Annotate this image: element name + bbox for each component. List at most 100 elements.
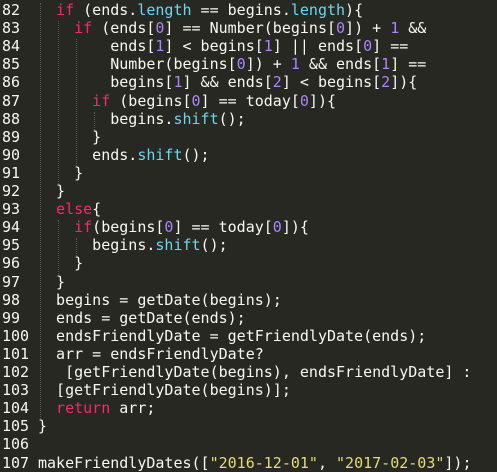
- code-token: ] == today[: [200, 91, 300, 110]
- code-token: 2: [381, 73, 391, 92]
- code-token: (ends.: [74, 1, 138, 19]
- code-text: arr = endsFriendlyDate?: [56, 345, 264, 363]
- code-token: Number(begins[: [110, 55, 237, 74]
- line-number: 86: [2, 73, 21, 92]
- code-text: begins.shift();: [92, 236, 227, 254]
- code-text: ends.shift();: [92, 146, 209, 164]
- code-token: 1: [263, 37, 273, 56]
- code-token: 1: [390, 19, 400, 38]
- line-number: 99: [2, 308, 21, 327]
- code-token: ends = getDate(ends);: [56, 308, 246, 327]
- line-number: 98: [2, 290, 21, 309]
- code-token: begins = getDate(begins);: [56, 290, 282, 309]
- code-token: }: [38, 417, 48, 436]
- code-token: }: [74, 254, 84, 273]
- code-text: [getFriendlyDate(begins), endsFriendlyDa…: [65, 363, 471, 381]
- code-token: 0: [191, 91, 201, 110]
- line-number: 90: [2, 145, 21, 164]
- code-token: ] < begins[: [281, 73, 382, 92]
- code-token: ] ==: [390, 55, 427, 74]
- code-token: "2016-12-01": [209, 453, 318, 472]
- code-token: if: [74, 19, 93, 38]
- code-token: ]);: [444, 453, 472, 472]
- line-number: 101: [2, 344, 30, 363]
- code-token: if: [74, 218, 93, 237]
- code-text: if (ends.length == begins.length){: [56, 1, 363, 19]
- code-token: ] && ends[: [182, 73, 273, 92]
- line-number: 103: [2, 381, 30, 400]
- code-token: }: [56, 272, 66, 291]
- code-token: if: [92, 91, 111, 110]
- line-number: 87: [2, 91, 21, 110]
- code-token: ] ==: [372, 37, 409, 56]
- code-token: shift: [137, 145, 183, 164]
- code-text: makeFriendlyDates(["2016-12-01", "2017-0…: [38, 454, 472, 472]
- code-text: endsFriendlyDate = getFriendlyDate(ends)…: [56, 327, 426, 345]
- line-number: 105: [2, 417, 30, 436]
- code-text: if(begins[0] == today[0]){: [74, 218, 309, 236]
- code-text: }: [92, 128, 101, 146]
- code-text: }: [74, 164, 83, 182]
- line-number: 100: [2, 326, 30, 345]
- code-token: {: [92, 200, 102, 219]
- line-number: 107: [2, 453, 30, 472]
- code-token: ]) +: [245, 55, 291, 74]
- line-number: 85: [2, 55, 21, 74]
- code-text: return arr;: [56, 399, 155, 417]
- code-text: else{: [56, 200, 101, 218]
- code-token: ends[: [110, 37, 156, 56]
- code-token: begins.: [92, 236, 156, 255]
- code-token: (ends[: [92, 19, 156, 38]
- line-number: 93: [2, 200, 21, 219]
- code-token: ]){: [390, 73, 418, 92]
- code-text: ends = getDate(ends);: [56, 309, 246, 327]
- code-token: ] == today[: [173, 218, 273, 237]
- code-token: 1: [290, 55, 300, 74]
- code-editor[interactable]: 82 if (ends.length == begins.length){83 if…: [0, 0, 497, 472]
- code-token: &&: [399, 19, 427, 38]
- code-text: begins[1] && ends[2] < begins[2]){: [110, 73, 417, 91]
- code-token: 2: [272, 73, 282, 92]
- indent-guide: [58, 220, 60, 275]
- code-token: }: [56, 182, 66, 200]
- code-token: ,: [317, 453, 337, 472]
- code-token: return: [56, 399, 111, 418]
- code-token: ();: [200, 236, 228, 255]
- line-number: 95: [2, 236, 21, 255]
- indent-guide: [76, 39, 78, 166]
- line-number: 94: [2, 218, 21, 237]
- code-token: }: [74, 163, 84, 182]
- code-token: [getFriendlyDate(begins)];: [56, 381, 291, 400]
- code-token: begins.: [110, 109, 174, 128]
- line-number: 97: [2, 272, 21, 291]
- line-number: 106: [2, 435, 30, 454]
- line-number: 104: [2, 399, 30, 418]
- code-token: ]){: [308, 91, 337, 110]
- code-token: if: [56, 1, 75, 19]
- code-text: [getFriendlyDate(begins)];: [56, 381, 291, 399]
- code-token: ends.: [92, 145, 138, 164]
- code-token: 0: [236, 55, 246, 74]
- code-text: begins = getDate(begins);: [56, 291, 282, 309]
- line-number: 92: [2, 182, 21, 200]
- code-text: Number(begins[0]) + 1 && ends[1] ==: [110, 55, 426, 73]
- code-token: ]) +: [345, 19, 391, 38]
- code-token: 0: [299, 91, 309, 110]
- code-text: }: [38, 417, 47, 435]
- line-number: 96: [2, 254, 21, 273]
- code-text: if (begins[0] == today[0]){: [92, 92, 336, 110]
- code-token: endsFriendlyDate = getFriendlyDate(ends)…: [56, 326, 427, 345]
- line-number: 82: [2, 1, 21, 19]
- code-token: }: [92, 127, 102, 146]
- code-token: arr = endsFriendlyDate?: [56, 344, 264, 363]
- code-text: }: [56, 182, 65, 200]
- code-text: begins.shift();: [110, 110, 245, 128]
- code-token: shift: [155, 236, 201, 255]
- line-number: 89: [2, 127, 21, 146]
- indent-guide: [58, 21, 60, 184]
- code-text: ends[1] < begins[1] || ends[0] ==: [110, 37, 408, 55]
- code-token: 1: [381, 55, 391, 74]
- line-number: 91: [2, 163, 21, 182]
- code-token: length: [290, 1, 346, 19]
- code-token: [getFriendlyDate(begins), endsFriendlyDa…: [65, 363, 472, 381]
